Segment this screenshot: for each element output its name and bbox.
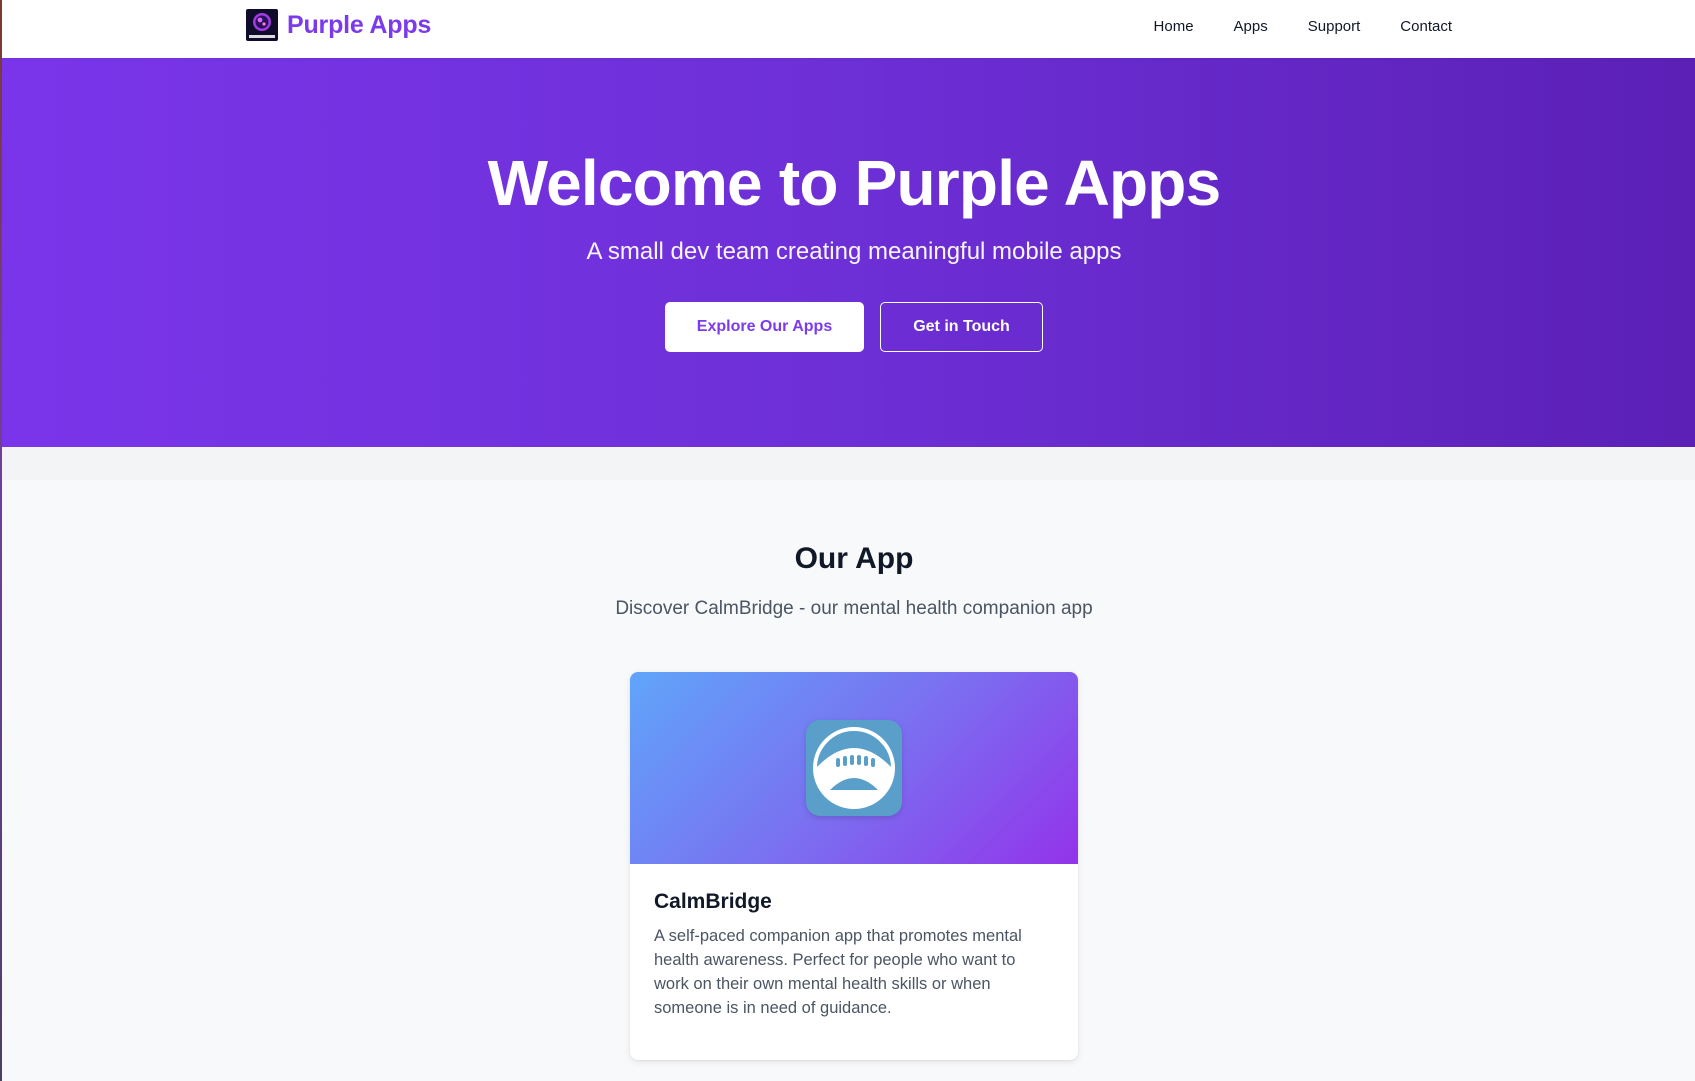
main-nav: Home Apps Support Contact: [1154, 0, 1452, 52]
hero-subtitle: A small dev team creating meaningful mob…: [586, 238, 1122, 265]
explore-apps-button[interactable]: Explore Our Apps: [665, 302, 864, 352]
app-card[interactable]: CalmBridge A self-paced companion app th…: [630, 672, 1078, 1060]
nav-link-home[interactable]: Home: [1154, 18, 1194, 35]
app-card-title: CalmBridge: [654, 890, 772, 913]
app-card-description: A self-paced companion app that promotes…: [654, 927, 1022, 1017]
top-navbar: Purple Apps Home Apps Support Contact: [0, 0, 1695, 58]
app-card-banner: [630, 672, 1078, 864]
nav-link-support[interactable]: Support: [1308, 18, 1361, 35]
page: Purple Apps Home Apps Support Contact We…: [0, 0, 1695, 1081]
section-divider: [0, 447, 1695, 480]
bridge-icon: [806, 720, 902, 816]
brand-name: Purple Apps: [287, 10, 432, 39]
get-in-touch-button[interactable]: Get in Touch: [880, 302, 1043, 352]
hero-section: Welcome to Purple Apps A small dev team …: [0, 58, 1695, 447]
brand-link[interactable]: Purple Apps: [246, 9, 431, 41]
nav-link-apps[interactable]: Apps: [1234, 18, 1268, 35]
brand-logo-icon: [246, 9, 278, 41]
nav-link-contact[interactable]: Contact: [1400, 18, 1452, 35]
hero-title: Welcome to Purple Apps: [487, 147, 1222, 219]
apps-section-title: Our App: [794, 542, 914, 575]
apps-section-subtitle: Discover CalmBridge - our mental health …: [615, 598, 1093, 619]
window-edge: [0, 0, 2, 1081]
